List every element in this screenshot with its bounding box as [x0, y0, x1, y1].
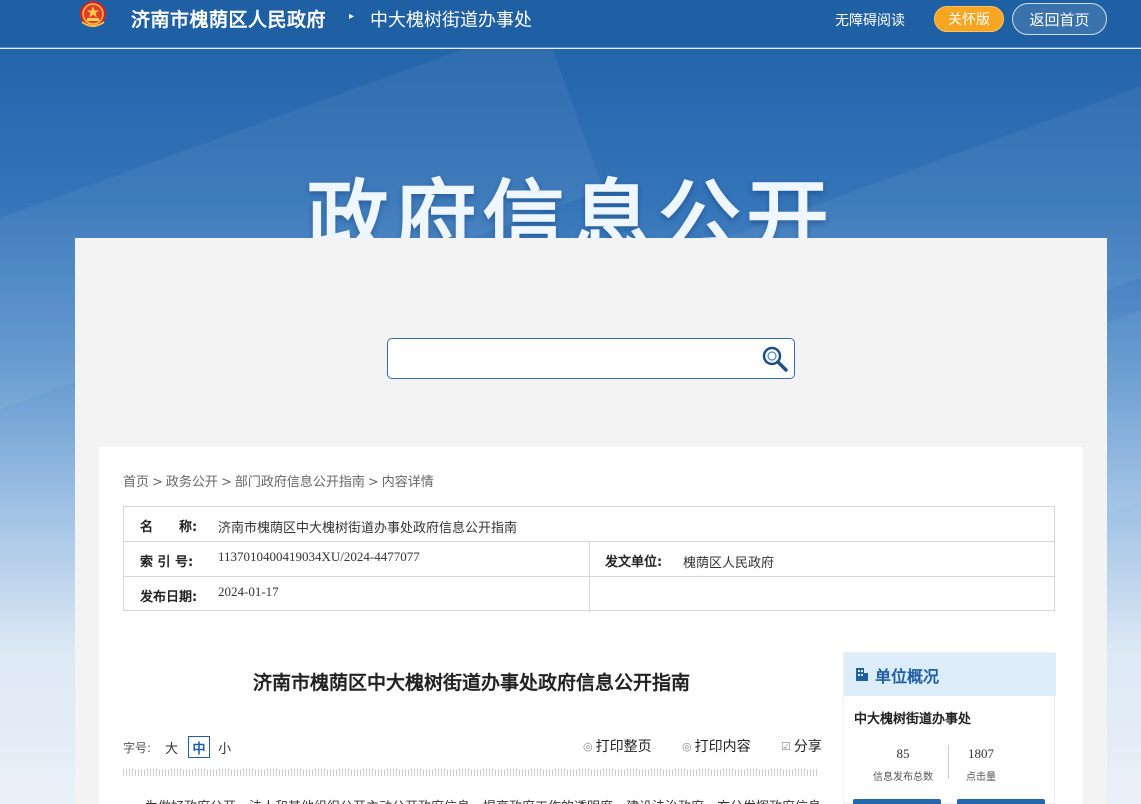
stat-value: 1807 [968, 746, 994, 761]
stat-label: 点击量 [966, 772, 996, 783]
care-mode-button[interactable]: 关怀版 [934, 6, 1004, 32]
print-page-button[interactable]: ◎ 打印整页 [583, 736, 652, 756]
article-title: 济南市槐荫区中大槐树街道办事处政府信息公开指南 [252, 672, 690, 694]
breadcrumb-home[interactable]: 首页 [123, 475, 149, 490]
breadcrumb-separator: > [152, 475, 163, 490]
sidebar-button[interactable] [957, 799, 1045, 804]
name-label: 名 称: [140, 520, 198, 535]
share-label: 分享 [793, 739, 822, 755]
unit-overview-header: 单位概况 [844, 653, 1056, 696]
share-icon: ☑ [781, 739, 791, 753]
stat-label: 信息发布总数 [873, 772, 933, 783]
document-meta-table: 名 称: 济南市槐荫区中大槐树街道办事处政府信息公开指南 索 引 号: 1137… [123, 506, 1055, 612]
print-page-label: 打印整页 [595, 739, 652, 755]
index-value: 1137010400419034XU/2024-4477077 [218, 549, 420, 564]
breadcrumb-current: 内容详情 [381, 475, 434, 490]
search-icon[interactable] [760, 344, 790, 374]
site-name[interactable]: 济南市槐荫区人民政府 [131, 5, 326, 32]
print-icon: ◎ [682, 739, 692, 753]
top-header: 济南市槐荫区人民政府 ▸ 中大槐树街道办事处 无障碍阅读 关怀版 返回首页 [0, 0, 1141, 48]
search-box [387, 338, 795, 379]
header-arrow-icon: ▸ [349, 11, 355, 22]
breadcrumb-guide[interactable]: 部门政府信息公开指南 [235, 475, 365, 490]
unit-overview-panel: 单位概况 中大槐树街道办事处 85 信息发布总数 1807 点击量 [843, 652, 1056, 804]
font-size-switcher: 字号: 大 中 小 [123, 736, 231, 758]
breadcrumb: 首页 > 政务公开 > 部门政府信息公开指南 > 内容详情 [123, 471, 434, 490]
article-paragraph: 为做好政府公开，法人和其他组织公开主动公开政府信息，提高政府工作的透明度，建设法… [145, 796, 820, 804]
stat-click-count: 1807 点击量 [941, 746, 1021, 783]
department-name[interactable]: 中大槐树街道办事处 [370, 6, 532, 32]
accessible-reading-link[interactable]: 无障碍阅读 [835, 10, 905, 30]
dotted-divider [123, 769, 818, 776]
national-emblem-icon [80, 1, 106, 27]
sidebar-button[interactable] [853, 799, 941, 804]
breadcrumb-separator: > [367, 475, 379, 490]
font-size-label: 字号: [123, 740, 152, 755]
font-size-small[interactable]: 小 [218, 738, 231, 757]
unit-overview-title: 单位概况 [875, 666, 940, 686]
breadcrumb-separator: > [220, 475, 232, 490]
back-home-button[interactable]: 返回首页 [1012, 3, 1107, 35]
meta-divider [589, 542, 590, 612]
share-button[interactable]: ☑ 分享 [781, 736, 822, 756]
stat-info-count: 85 信息发布总数 [863, 746, 943, 783]
font-size-large[interactable]: 大 [165, 738, 178, 757]
date-label: 发布日期: [140, 590, 198, 605]
name-value: 济南市槐荫区中大槐树街道办事处政府信息公开指南 [218, 521, 518, 536]
issuer-label: 发文单位: [605, 555, 663, 570]
date-value: 2024-01-17 [218, 584, 279, 599]
meta-row-name: 名 称: 济南市槐荫区中大槐树街道办事处政府信息公开指南 [124, 507, 1054, 542]
print-content-label: 打印内容 [694, 739, 751, 755]
index-label: 索 引 号: [140, 555, 194, 570]
org-name: 中大槐树街道办事处 [854, 712, 972, 727]
building-icon [856, 668, 868, 681]
stat-value: 85 [896, 746, 910, 761]
search-input[interactable] [396, 345, 756, 373]
print-icon: ◎ [583, 739, 593, 753]
breadcrumb-gov-affairs[interactable]: 政务公开 [166, 475, 218, 490]
print-content-button[interactable]: ◎ 打印内容 [682, 736, 751, 756]
issuer-value: 槐荫区人民政府 [683, 556, 775, 571]
font-size-medium[interactable]: 中 [188, 736, 211, 758]
